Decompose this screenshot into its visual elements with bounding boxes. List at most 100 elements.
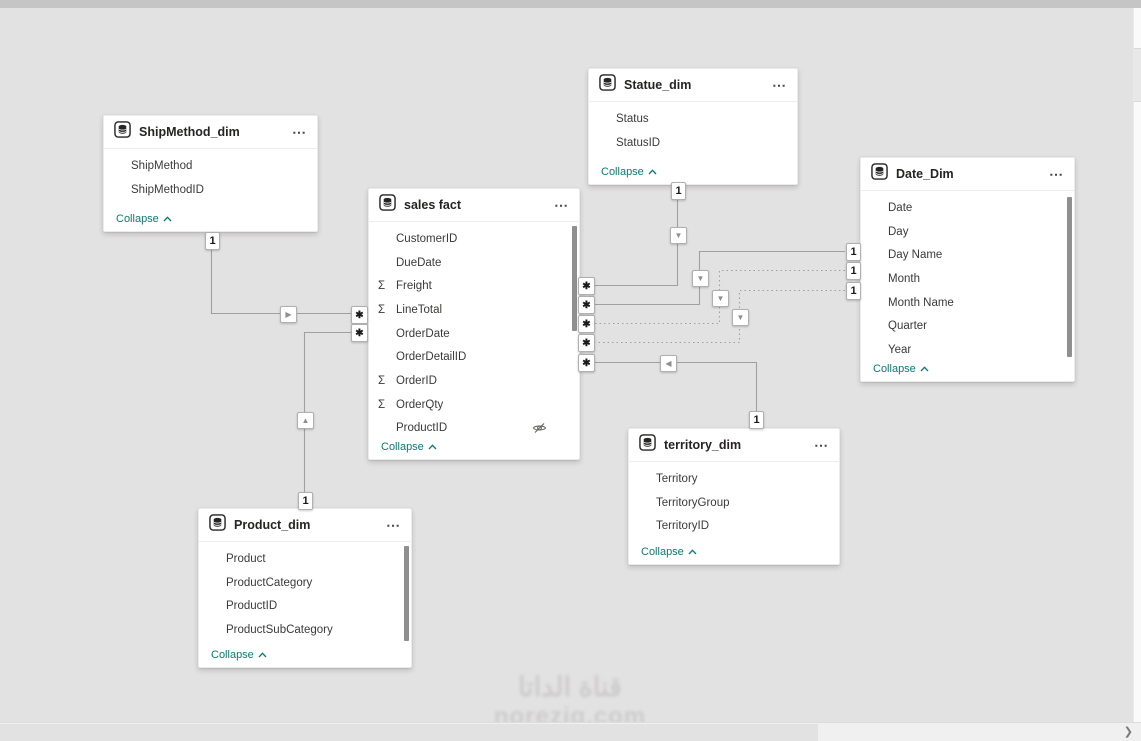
more-options-icon[interactable]: ⋯ xyxy=(1047,169,1066,179)
cardinality-one-date-1[interactable]: 1 xyxy=(846,243,861,261)
collapse-link[interactable]: Collapse xyxy=(629,546,839,564)
more-options-icon[interactable]: ⋯ xyxy=(770,80,789,90)
field-row[interactable]: ShipMethod xyxy=(104,154,317,178)
filter-arrow-up-product[interactable]: ▲ xyxy=(297,412,314,429)
field-row[interactable]: Day xyxy=(861,220,1074,244)
table-card-shipmethod-dim[interactable]: ShipMethod_dim ⋯ ShipMethodShipMethodID … xyxy=(103,115,318,232)
table-scrollbar[interactable] xyxy=(1067,197,1072,357)
collapse-link[interactable]: Collapse xyxy=(104,213,317,231)
horizontal-scrollbar[interactable]: ❯ xyxy=(0,722,1141,741)
field-row[interactable]: Product xyxy=(199,547,411,571)
field-row[interactable]: TerritoryID xyxy=(629,514,839,538)
field-row[interactable]: ΣOrderQty xyxy=(369,393,579,417)
table-card-date-dim[interactable]: Date_Dim ⋯ Date Day Day NameMonth Month Nam… xyxy=(860,157,1075,382)
table-header[interactable]: ShipMethod_dim ⋯ xyxy=(104,116,317,149)
field-row[interactable]: Month Name xyxy=(861,291,1074,315)
field-row[interactable]: DueDate xyxy=(369,251,579,275)
field-row[interactable]: StatusID xyxy=(589,131,797,155)
field-row[interactable]: Territory xyxy=(629,467,839,491)
table-header[interactable]: Statue_dim ⋯ xyxy=(589,69,797,102)
filter-arrow-down-date-2[interactable]: ▼ xyxy=(712,290,729,307)
field-row[interactable]: Quarter xyxy=(861,314,1074,338)
filter-arrow-down-statue[interactable]: ▼ xyxy=(670,227,687,244)
more-options-icon[interactable]: ⋯ xyxy=(290,127,309,137)
table-icon xyxy=(114,121,131,143)
cardinality-one-product[interactable]: 1 xyxy=(298,492,313,510)
filter-arrow-left-territory[interactable]: ◀ xyxy=(660,355,677,372)
scroll-right-arrow-icon[interactable]: ❯ xyxy=(1124,725,1133,738)
cardinality-many-date-2[interactable]: ✱ xyxy=(578,315,595,333)
cardinality-many-territory[interactable]: ✱ xyxy=(578,354,595,372)
field-row[interactable]: ΣLineTotal xyxy=(369,298,579,322)
more-options-icon[interactable]: ⋯ xyxy=(812,440,831,450)
field-row[interactable]: ProductCategory xyxy=(199,571,411,595)
collapse-link[interactable]: Collapse xyxy=(861,363,1074,381)
filter-arrow-down-date-3[interactable]: ▼ xyxy=(732,309,749,326)
watermark: قناة الداتا norezig.com xyxy=(420,670,720,730)
cardinality-one-date-3[interactable]: 1 xyxy=(846,282,861,300)
field-row[interactable]: Year xyxy=(861,338,1074,362)
field-row[interactable]: ΣFreight xyxy=(369,274,579,298)
cardinality-many-date-3[interactable]: ✱ xyxy=(578,334,595,352)
vertical-scrollbar[interactable] xyxy=(1133,8,1141,722)
field-label: Freight xyxy=(396,280,432,292)
cardinality-one-date-2[interactable]: 1 xyxy=(846,262,861,280)
cardinality-many-product[interactable]: ✱ xyxy=(351,324,368,342)
collapse-link[interactable]: Collapse xyxy=(369,441,579,459)
relationship-line-statue-sales[interactable] xyxy=(592,197,678,286)
field-label: Month Name xyxy=(888,297,954,309)
more-options-icon[interactable]: ⋯ xyxy=(384,520,403,530)
filter-arrow-down-date-1[interactable]: ▼ xyxy=(692,270,709,287)
horizontal-scrollbar-thumb[interactable] xyxy=(0,724,818,741)
table-scrollbar[interactable] xyxy=(572,226,577,331)
collapse-label: Collapse xyxy=(641,546,684,558)
table-header[interactable]: territory_dim ⋯ xyxy=(629,429,839,462)
table-card-statue-dim[interactable]: Statue_dim ⋯ Status StatusID Collapse xyxy=(588,68,798,185)
field-row[interactable]: TerritoryGroup xyxy=(629,491,839,515)
field-row[interactable]: ProductID xyxy=(199,594,411,618)
field-label: ShipMethodID xyxy=(131,184,204,196)
table-header[interactable]: sales fact ⋯ xyxy=(369,189,579,222)
table-scrollbar[interactable] xyxy=(404,546,409,641)
filter-arrow-right-shipmethod[interactable]: ▶ xyxy=(280,306,297,323)
field-row[interactable]: OrderDate xyxy=(369,322,579,346)
field-label: Day xyxy=(888,226,908,238)
hidden-field-icon[interactable] xyxy=(532,421,547,436)
table-card-product-dim[interactable]: Product_dim ⋯ ProductProductCategoryProd… xyxy=(198,508,412,668)
cardinality-one-territory[interactable]: 1 xyxy=(749,411,764,429)
field-row[interactable]: ProductID xyxy=(369,417,579,441)
collapse-link[interactable]: Collapse xyxy=(199,649,411,667)
table-header[interactable]: Date_Dim ⋯ xyxy=(861,158,1074,191)
collapse-chevron-icon xyxy=(920,363,929,375)
field-row[interactable]: ShipMethodID xyxy=(104,178,317,202)
table-header[interactable]: Product_dim ⋯ xyxy=(199,509,411,542)
table-title: territory_dim xyxy=(664,438,741,452)
cardinality-many-statue[interactable]: ✱ xyxy=(578,277,595,295)
field-label: Quarter xyxy=(888,320,927,332)
table-title: Statue_dim xyxy=(624,78,691,92)
field-row[interactable]: Month xyxy=(861,267,1074,291)
field-row[interactable]: OrderDetailID xyxy=(369,345,579,369)
cardinality-many-date-1[interactable]: ✱ xyxy=(578,296,595,314)
field-row[interactable]: CustomerID xyxy=(369,227,579,251)
field-label: Status xyxy=(616,113,649,125)
field-row[interactable]: Day Name xyxy=(861,243,1074,267)
collapse-link[interactable]: Collapse xyxy=(589,166,797,184)
more-options-icon[interactable]: ⋯ xyxy=(552,200,571,210)
model-view-canvas[interactable]: قناة الداتا norezig.com ShipMethod_dim ⋯… xyxy=(0,0,1141,741)
field-row[interactable]: ProductSubCategory xyxy=(199,618,411,642)
field-row[interactable]: Status xyxy=(589,107,797,131)
collapse-label: Collapse xyxy=(381,441,424,453)
relationship-line-shipmethod-sales[interactable] xyxy=(212,247,352,314)
cardinality-one-statue[interactable]: 1 xyxy=(671,182,686,200)
field-label: OrderQty xyxy=(396,399,443,411)
table-card-sales-fact[interactable]: sales fact ⋯ CustomerIDDueDateΣFreightΣL… xyxy=(368,188,580,460)
table-card-territory-dim[interactable]: territory_dim ⋯ TerritoryTerritoryGroupT… xyxy=(628,428,840,565)
cardinality-many-shipmethod[interactable]: ✱ xyxy=(351,306,368,324)
cardinality-one-shipmethod[interactable]: 1 xyxy=(205,232,220,250)
field-row[interactable]: Date xyxy=(861,196,1074,220)
field-row[interactable]: ΣOrderID xyxy=(369,369,579,393)
table-title: Product_dim xyxy=(234,518,310,532)
sum-icon: Σ xyxy=(378,304,385,316)
vertical-scrollbar-thumb[interactable] xyxy=(1134,48,1141,102)
